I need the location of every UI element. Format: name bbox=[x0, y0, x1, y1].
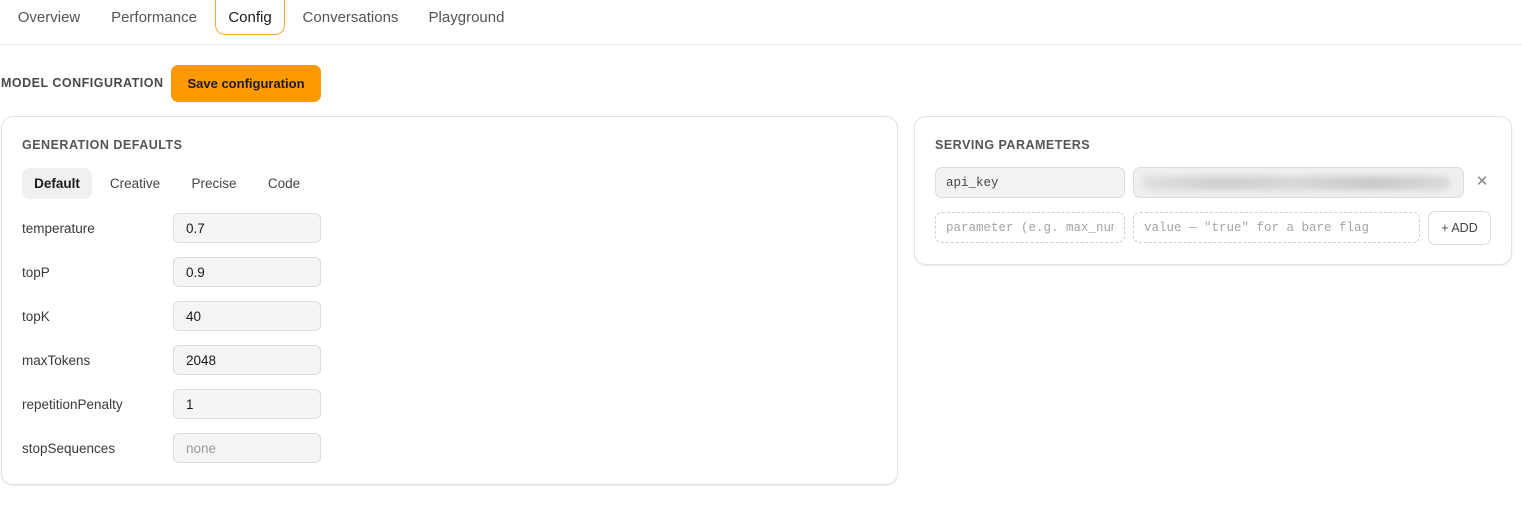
save-configuration-button[interactable]: Save configuration bbox=[171, 65, 321, 102]
new-parameter-name-input[interactable] bbox=[935, 212, 1125, 243]
max-tokens-label: maxTokens bbox=[22, 353, 91, 368]
top-p-input[interactable] bbox=[173, 257, 321, 287]
add-parameter-button[interactable]: + ADD bbox=[1428, 211, 1491, 245]
stop-sequences-label: stopSequences bbox=[22, 441, 116, 456]
serving-parameters-title: SERVING PARAMETERS bbox=[935, 138, 1091, 152]
model-configuration-heading: MODEL CONFIGURATION bbox=[1, 76, 164, 90]
tab-bar: Overview Performance Config Conversation… bbox=[0, 0, 1522, 45]
generation-defaults-card: GENERATION DEFAULTS Default Creative Pre… bbox=[1, 116, 898, 485]
tab-conversations[interactable]: Conversations bbox=[300, 0, 401, 34]
tab-config[interactable]: Config bbox=[215, 0, 285, 35]
close-icon[interactable]: ✕ bbox=[1471, 171, 1493, 193]
top-p-label: topP bbox=[22, 265, 50, 280]
repetition-penalty-label: repetitionPenalty bbox=[22, 397, 123, 412]
preset-tab-creative[interactable]: Creative bbox=[100, 168, 170, 199]
repetition-penalty-input[interactable] bbox=[173, 389, 321, 419]
tab-performance[interactable]: Performance bbox=[108, 0, 200, 34]
max-tokens-input[interactable] bbox=[173, 345, 321, 375]
serving-param-key-field[interactable] bbox=[935, 167, 1125, 198]
serving-parameters-card: SERVING PARAMETERS ✕ + ADD bbox=[914, 116, 1512, 265]
top-k-label: topK bbox=[22, 309, 50, 324]
temperature-input[interactable] bbox=[173, 213, 321, 243]
preset-tab-code[interactable]: Code bbox=[258, 168, 310, 199]
temperature-label: temperature bbox=[22, 221, 95, 236]
redacted-value-mask bbox=[1142, 176, 1450, 190]
stop-sequences-input[interactable] bbox=[173, 433, 321, 463]
top-k-input[interactable] bbox=[173, 301, 321, 331]
tab-playground[interactable]: Playground bbox=[427, 0, 506, 34]
generation-defaults-title: GENERATION DEFAULTS bbox=[22, 138, 183, 152]
new-parameter-value-input[interactable] bbox=[1133, 212, 1420, 243]
tab-overview[interactable]: Overview bbox=[16, 0, 82, 34]
preset-tab-default[interactable]: Default bbox=[22, 168, 92, 199]
preset-tab-precise[interactable]: Precise bbox=[182, 168, 246, 199]
serving-param-value-field[interactable] bbox=[1133, 167, 1464, 198]
